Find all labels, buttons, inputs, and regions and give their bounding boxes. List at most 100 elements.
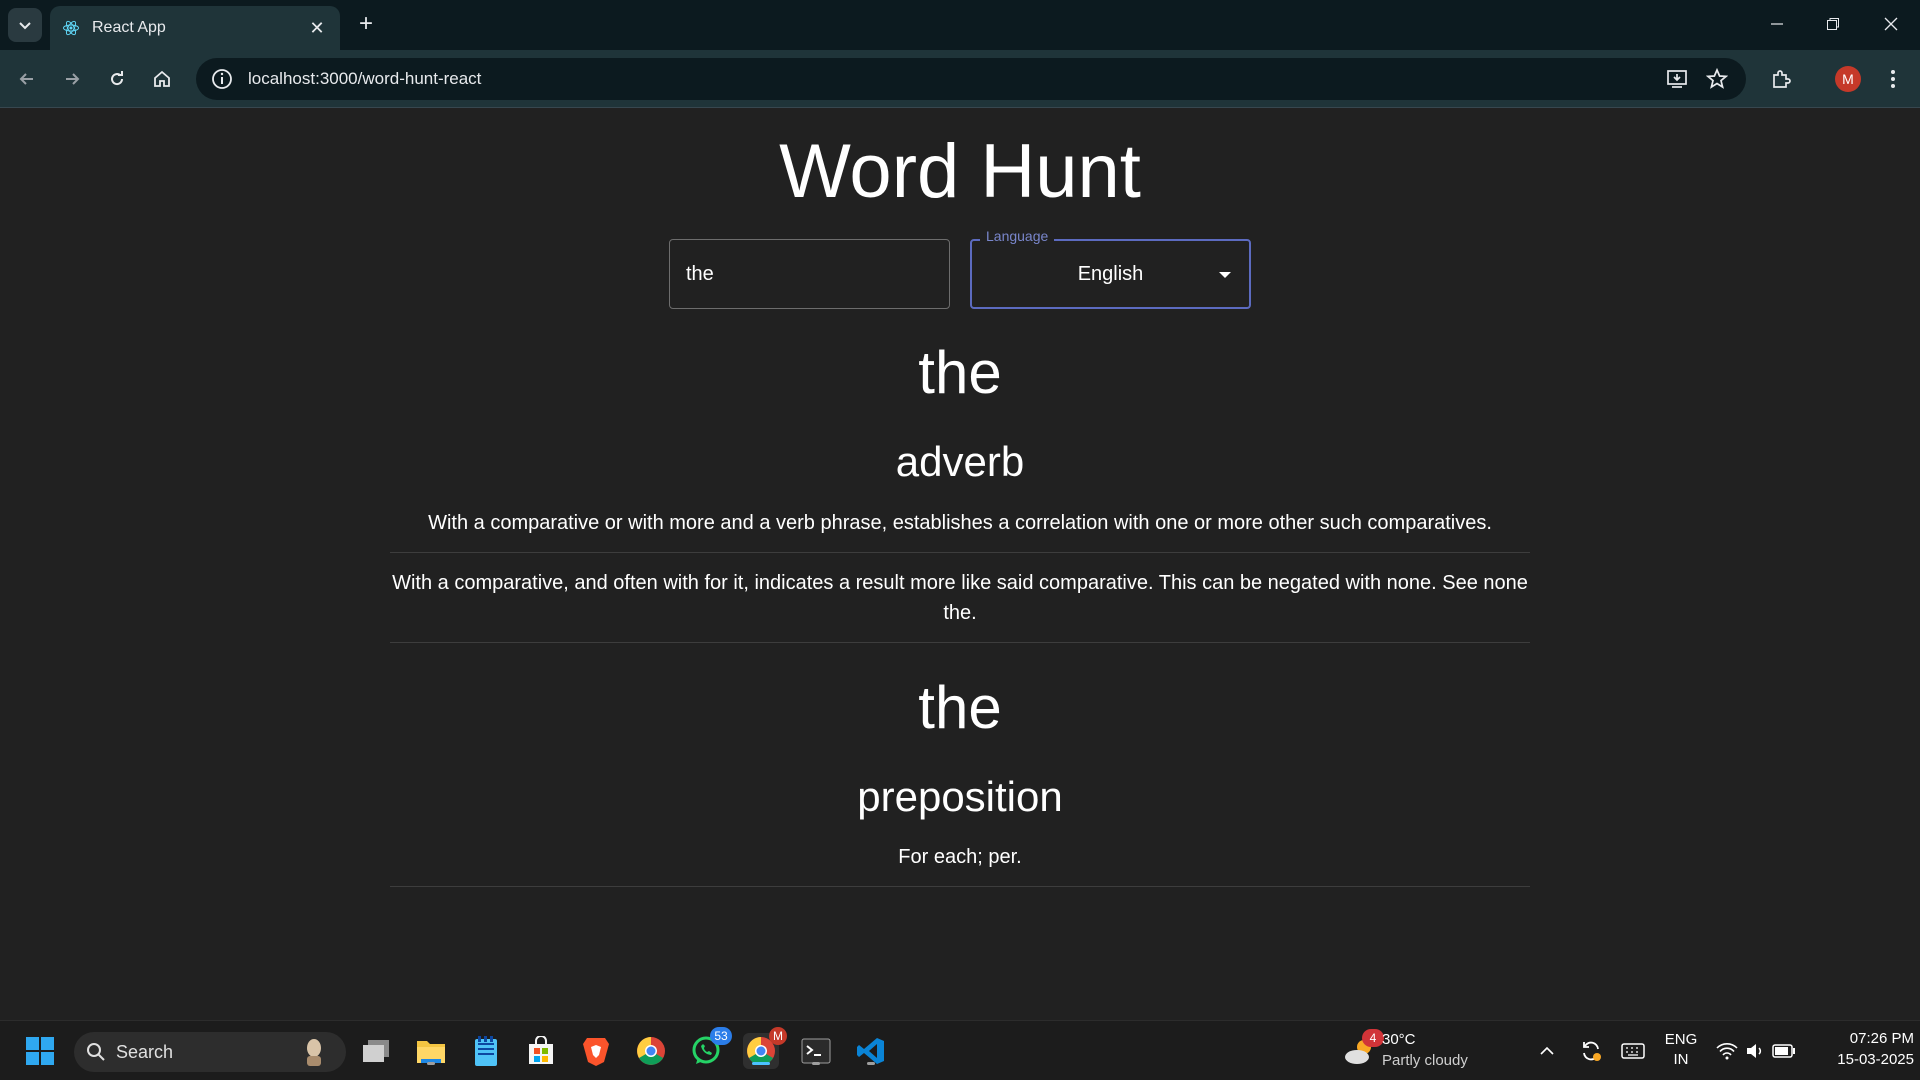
- new-tab-button[interactable]: +: [352, 10, 380, 38]
- file-explorer-button[interactable]: [413, 1033, 449, 1069]
- windows-icon: [26, 1037, 54, 1065]
- browser-tab[interactable]: React App ✕: [50, 6, 340, 50]
- reload-icon: [111, 71, 124, 86]
- notepad-icon: [475, 1036, 497, 1066]
- battery-tray-button[interactable]: [1770, 1033, 1798, 1069]
- chevron-down-icon: [19, 22, 31, 30]
- profile-avatar[interactable]: M: [1835, 66, 1861, 92]
- chrome-icon: [637, 1037, 665, 1065]
- store-icon: [529, 1036, 553, 1064]
- forward-button[interactable]: [55, 62, 89, 96]
- page-title: Word Hunt: [779, 129, 1141, 214]
- wifi-tray-button[interactable]: [1712, 1033, 1742, 1069]
- restore-icon: [1827, 18, 1839, 30]
- weather-widget[interactable]: 4 30°C Partly cloudy: [1342, 1029, 1492, 1071]
- language-select[interactable]: English: [970, 239, 1251, 309]
- react-icon: [63, 20, 79, 36]
- reload-button[interactable]: [100, 62, 134, 96]
- show-hidden-icons-button[interactable]: [1534, 1033, 1560, 1069]
- keyboard-icon: [1621, 1043, 1645, 1059]
- divider: [390, 642, 1530, 643]
- close-icon: [1884, 17, 1898, 31]
- speaker-icon: [1747, 1044, 1762, 1058]
- running-indicator: [867, 1062, 875, 1065]
- extensions-button[interactable]: [1764, 62, 1798, 96]
- dropdown-arrow-icon: [1219, 272, 1231, 278]
- arrow-left-icon: [19, 73, 33, 85]
- active-indicator: [752, 1062, 770, 1065]
- notepad-button[interactable]: [468, 1033, 504, 1069]
- tab-title: React App: [92, 19, 166, 36]
- store-button[interactable]: [523, 1033, 559, 1069]
- brave-icon: [583, 1038, 609, 1066]
- back-button[interactable]: [10, 62, 44, 96]
- word-search-value: the: [686, 262, 714, 285]
- chrome-profile-badge: M: [769, 1027, 787, 1045]
- weather-badge: 4: [1362, 1029, 1384, 1047]
- clock-time[interactable]: 07:26 PM: [1808, 1030, 1914, 1047]
- sync-icon: [1583, 1041, 1601, 1061]
- search-icon: [87, 1043, 105, 1061]
- language-value: English: [1077, 262, 1144, 285]
- sync-tray-button[interactable]: [1576, 1033, 1606, 1069]
- start-button[interactable]: [22, 1033, 58, 1069]
- address-bar[interactable]: localhost:3000/word-hunt-react: [196, 58, 1746, 100]
- chrome-profile-button[interactable]: M: [743, 1027, 787, 1069]
- bookmark-button[interactable]: [1700, 62, 1734, 96]
- battery-icon: [1772, 1044, 1795, 1058]
- browser-toolbar: localhost:3000/word-hunt-react: [0, 50, 1920, 108]
- divider: [390, 552, 1530, 553]
- language-indicator-top[interactable]: ENG: [1660, 1031, 1702, 1048]
- close-window-button[interactable]: [1868, 6, 1914, 42]
- minimize-icon: [1771, 23, 1783, 25]
- chrome-button[interactable]: [633, 1033, 669, 1069]
- task-view-button[interactable]: [358, 1033, 394, 1069]
- language-label: Language: [980, 228, 1055, 244]
- more-vertical-icon: [1891, 70, 1895, 88]
- entry-part-of-speech: adverb: [895, 438, 1025, 485]
- language-indicator-bottom[interactable]: IN: [1660, 1051, 1702, 1068]
- definition: With a comparative, and often with for i…: [392, 572, 1528, 624]
- clock-date[interactable]: 15-03-2025: [1808, 1051, 1914, 1068]
- entry-part-of-speech: preposition: [857, 773, 1063, 820]
- running-indicator: [427, 1062, 435, 1065]
- minimize-button[interactable]: [1754, 6, 1800, 42]
- close-tab-icon[interactable]: ✕: [306, 17, 328, 39]
- volume-tray-button[interactable]: [1742, 1033, 1768, 1069]
- tab-strip: React App ✕ +: [0, 0, 1920, 50]
- home-button[interactable]: [145, 62, 179, 96]
- star-icon: [1706, 68, 1728, 89]
- folder-icon: [417, 1041, 445, 1063]
- terminal-button[interactable]: [798, 1033, 834, 1069]
- puzzle-icon: [1773, 70, 1791, 88]
- weather-desc: Partly cloudy: [1382, 1052, 1468, 1069]
- taskbar: Search 53 M 4 30°C Partly cloudy ENG IN …: [0, 1020, 1920, 1080]
- definition: With a comparative or with more and a ve…: [428, 512, 1492, 534]
- wifi-icon: [1716, 1043, 1738, 1060]
- whatsapp-button[interactable]: 53: [688, 1027, 732, 1069]
- brave-button[interactable]: [578, 1033, 614, 1069]
- restore-button[interactable]: [1810, 6, 1856, 42]
- terminal-icon: [801, 1038, 831, 1064]
- search-highlight-icon: [307, 1039, 321, 1066]
- taskbar-search[interactable]: Search: [74, 1032, 346, 1072]
- site-info-icon[interactable]: [210, 67, 234, 91]
- install-icon: [1667, 70, 1687, 88]
- search-label: Search: [116, 1041, 174, 1062]
- whatsapp-badge: 53: [710, 1027, 732, 1045]
- entry-word: the: [918, 339, 1002, 406]
- menu-button[interactable]: [1876, 62, 1910, 96]
- install-app-button[interactable]: [1660, 62, 1694, 96]
- word-search-input[interactable]: the: [669, 239, 950, 309]
- word-hunt-app: Word Hunt the English Language the adver…: [0, 108, 1920, 1020]
- arrow-right-icon: [66, 73, 80, 85]
- vscode-button[interactable]: [853, 1033, 889, 1069]
- divider: [390, 886, 1530, 887]
- keyboard-tray-button[interactable]: [1618, 1033, 1648, 1069]
- definition: For each; per.: [898, 846, 1022, 868]
- weather-temp: 30°C: [1382, 1031, 1416, 1048]
- running-indicator: [812, 1062, 820, 1065]
- tab-search-button[interactable]: [8, 8, 42, 42]
- home-icon: [154, 70, 170, 87]
- chevron-up-icon: [1540, 1046, 1554, 1055]
